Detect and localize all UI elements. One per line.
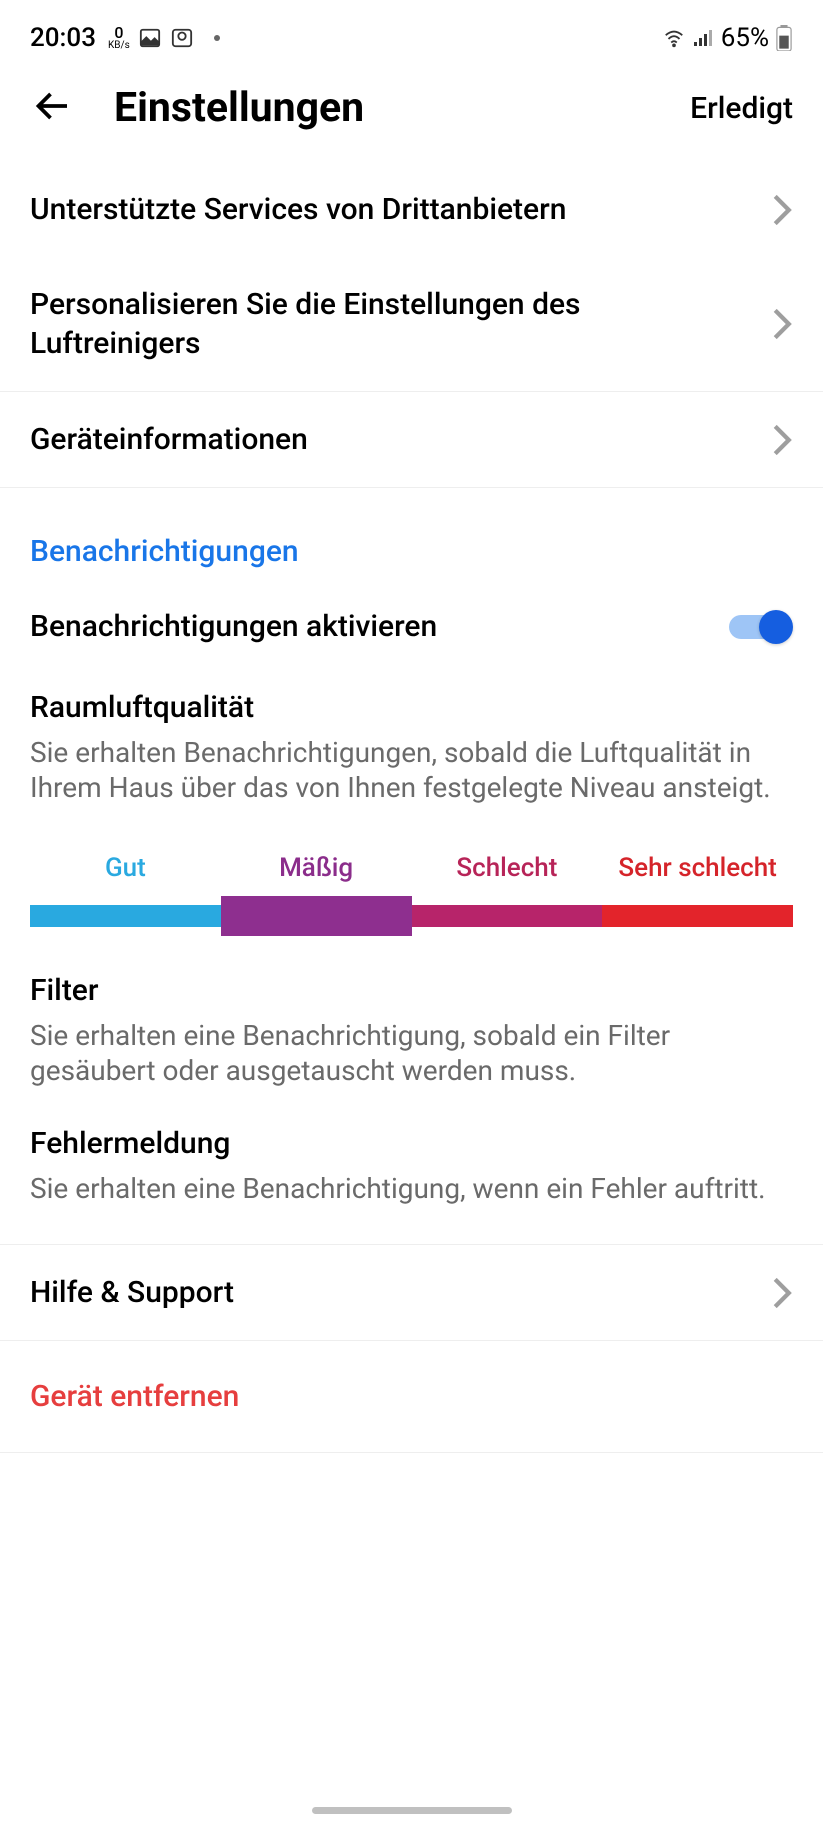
arrow-left-icon: [34, 88, 70, 124]
chevron-right-icon: [771, 423, 793, 457]
back-button[interactable]: [30, 84, 74, 132]
camera-icon: [170, 27, 194, 49]
status-time: 20:03: [30, 23, 96, 53]
air-quality-title: Raumluftqualität: [30, 690, 793, 725]
enable-notifications-label: Benachrichtigungen aktivieren: [30, 607, 457, 646]
quality-segment-bad: [412, 905, 603, 927]
item-label: Unterstützte Services von Drittanbietern: [30, 190, 586, 229]
battery-percent: 65%: [721, 23, 769, 53]
quality-segment-very-bad: [602, 905, 793, 927]
device-info-item[interactable]: Geräteinformationen: [0, 392, 823, 487]
chevron-right-icon: [771, 1276, 793, 1310]
divider: [0, 1452, 823, 1453]
header: Einstellungen Erledigt: [0, 60, 823, 162]
done-button[interactable]: Erledigt: [690, 91, 793, 126]
help-support-item[interactable]: Hilfe & Support: [0, 1245, 823, 1340]
air-quality-desc: Sie erhalten Benachrichtigungen, sobald …: [30, 735, 793, 805]
wifi-icon: [661, 27, 687, 49]
status-bar: 20:03 0 KB/s 65%: [0, 0, 823, 60]
enable-notifications-toggle[interactable]: [729, 609, 793, 645]
data-rate-indicator: 0 KB/s: [108, 25, 130, 51]
image-icon: [138, 27, 162, 49]
quality-label-bad[interactable]: Schlecht: [412, 853, 603, 883]
quality-label-good[interactable]: Gut: [30, 853, 221, 883]
personalize-settings-item[interactable]: Personalisieren Sie die Einstellungen de…: [0, 257, 823, 391]
filter-block: Filter Sie erhalten eine Benachrichtigun…: [0, 957, 823, 1088]
filter-title: Filter: [30, 973, 793, 1008]
third-party-services-item[interactable]: Unterstützte Services von Drittanbietern: [0, 162, 823, 257]
filter-desc: Sie erhalten eine Benachrichtigung, soba…: [30, 1018, 793, 1088]
notifications-section-header: Benachrichtigungen: [0, 488, 823, 593]
quality-level-bar[interactable]: [30, 905, 793, 927]
page-title: Einstellungen: [114, 84, 650, 132]
status-right: 65%: [661, 23, 793, 53]
notification-dot: [214, 35, 220, 41]
chevron-right-icon: [771, 193, 793, 227]
quality-label-very-bad[interactable]: Sehr schlecht: [602, 853, 793, 883]
air-quality-block: Raumluftqualität Sie erhalten Benachrich…: [0, 666, 823, 883]
remove-device-button[interactable]: Gerät entfernen: [0, 1341, 823, 1452]
status-left: 20:03 0 KB/s: [30, 23, 220, 53]
home-indicator[interactable]: [312, 1807, 512, 1814]
error-title: Fehlermeldung: [30, 1126, 793, 1161]
item-label: Hilfe & Support: [30, 1273, 254, 1312]
enable-notifications-row: Benachrichtigungen aktivieren: [0, 593, 823, 666]
signal-icon: [693, 28, 715, 48]
error-block: Fehlermeldung Sie erhalten eine Benachri…: [0, 1088, 823, 1244]
toggle-thumb: [759, 610, 793, 644]
error-desc: Sie erhalten eine Benachrichtigung, wenn…: [30, 1171, 793, 1206]
quality-level-labels: Gut Mäßig Schlecht Sehr schlecht: [30, 853, 793, 883]
quality-segment-moderate-selected: [221, 896, 412, 936]
item-label: Geräteinformationen: [30, 420, 328, 459]
chevron-right-icon: [771, 307, 793, 341]
quality-segment-good: [30, 905, 221, 927]
battery-icon: [775, 25, 793, 51]
item-label: Personalisieren Sie die Einstellungen de…: [30, 285, 771, 363]
quality-label-moderate[interactable]: Mäßig: [221, 853, 412, 883]
